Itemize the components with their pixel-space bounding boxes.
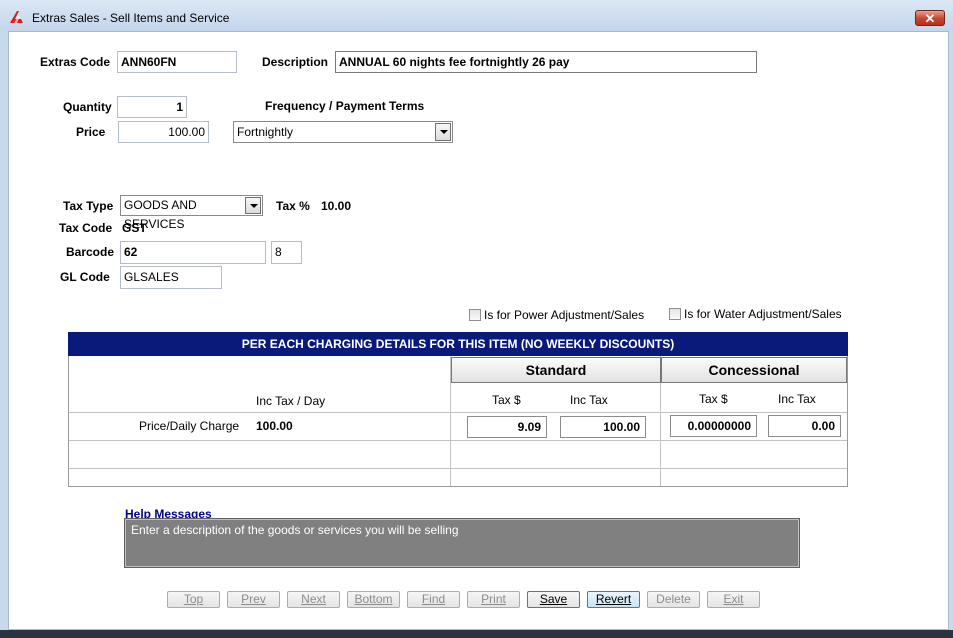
grid-header: PER EACH CHARGING DETAILS FOR THIS ITEM … [68,332,848,356]
print-button[interactable]: Print [467,591,520,608]
extras-code-field[interactable]: ANN60FN [117,51,237,73]
std-inc-tax-header: Inc Tax [570,393,608,407]
app-logo-icon [10,11,23,23]
tax-pct-value: 10.00 [321,199,352,213]
chevron-down-icon[interactable] [245,197,261,214]
tax-pct-label: Tax % [276,199,310,213]
gl-code-label: GL Code [60,270,110,284]
barcode-field[interactable]: 62 [120,241,266,264]
find-button-label: Find [421,592,446,606]
price-field[interactable]: 100.00 [118,121,209,143]
save-button[interactable]: Save [527,591,580,608]
gl-code-field[interactable]: GLSALES [120,266,222,289]
description-label: Description [262,55,329,69]
power-adjustment-checkbox[interactable] [469,309,481,321]
concessional-group-header: Concessional [661,357,847,383]
delete-button-label: Delete [656,592,691,606]
window-title: Extras Sales - Sell Items and Service [32,11,230,25]
find-button[interactable]: Find [407,591,460,608]
exit-button-label: Exit [723,592,744,606]
next-button[interactable]: Next [287,591,340,608]
help-message-box: Enter a description of the goods or serv… [124,518,800,568]
con-tax-field[interactable]: 0.00000000 [670,415,757,437]
taskbar-strip [0,630,953,638]
chevron-down-icon[interactable] [435,123,451,141]
extras-code-label: Extras Code [40,55,111,69]
grid-row-line [69,440,847,441]
quantity-label: Quantity [63,100,112,114]
top-button-label: Top [183,592,204,606]
grid-row-line [69,412,847,413]
frequency-select[interactable]: Fortnightly [233,121,453,143]
close-button[interactable]: ✕ [915,10,945,26]
tax-type-select[interactable]: GOODS AND SERVICES [120,195,263,231]
std-tax-field[interactable]: 9.09 [467,416,547,438]
bottom-button[interactable]: Bottom [347,591,400,608]
water-adjustment-label: Is for Water Adjustment/Sales [684,307,842,321]
tax-code-value: GST [122,221,147,235]
description-field[interactable]: ANNUAL 60 nights fee fortnightly 26 pay [335,51,757,73]
con-tax-header: Tax $ [699,392,728,406]
revert-button-label: Revert [595,592,632,606]
top-button[interactable]: Top [167,591,220,608]
prev-button[interactable]: Prev [227,591,280,608]
print-button-label: Print [481,592,506,606]
power-adjustment-label: Is for Power Adjustment/Sales [484,308,645,322]
standard-group-header: Standard [451,357,661,383]
save-button-label: Save [539,592,568,606]
std-inc-tax-field[interactable]: 100.00 [560,416,646,438]
price-label: Price [76,125,106,139]
std-tax-header: Tax $ [492,393,521,407]
barcode-check-field[interactable]: 8 [271,241,302,264]
frequency-value: Fortnightly [237,125,294,139]
tax-type-label: Tax Type [63,199,114,213]
inc-tax-day-value: 100.00 [256,419,293,433]
bottom-button-label: Bottom [354,592,393,606]
inc-tax-day-header: Inc Tax / Day [256,394,326,408]
row-label: Price/Daily Charge [139,419,240,433]
next-button-label: Next [301,592,326,606]
water-adjustment-checkbox[interactable] [669,308,681,320]
frequency-label: Frequency / Payment Terms [265,99,425,113]
con-inc-tax-header: Inc Tax [778,392,816,406]
exit-button[interactable]: Exit [707,591,760,608]
grid-row-line [69,468,847,469]
prev-button-label: Prev [241,592,266,606]
quantity-field[interactable]: 1 [117,96,187,118]
con-inc-tax-field[interactable]: 0.00 [768,415,841,437]
revert-button[interactable]: Revert [587,591,640,608]
tax-code-label: Tax Code [59,221,113,235]
barcode-label: Barcode [66,245,115,259]
delete-button[interactable]: Delete [647,591,700,608]
